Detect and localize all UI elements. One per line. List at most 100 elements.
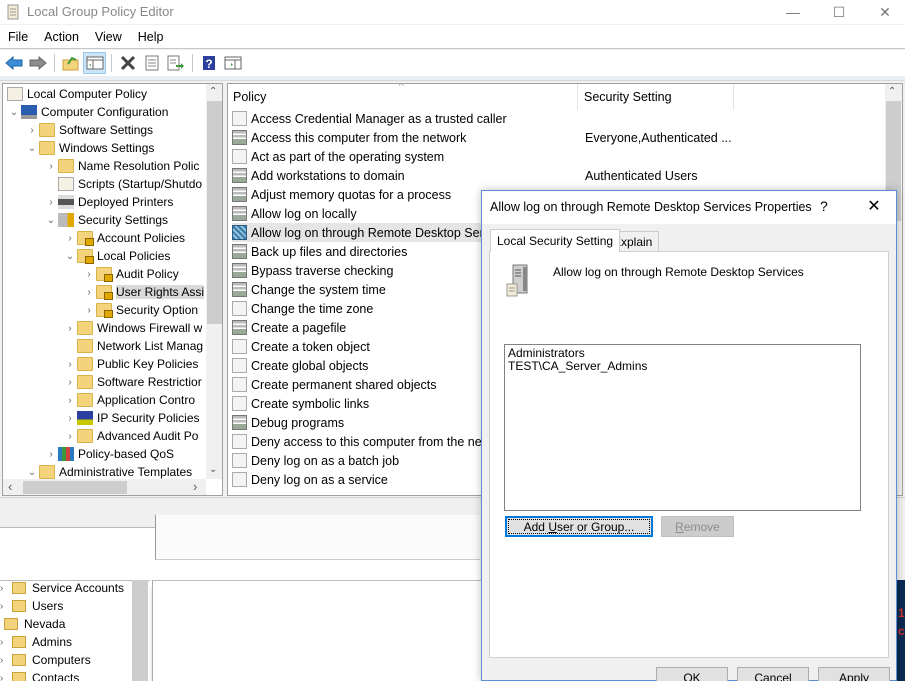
- policy-name: Bypass traverse checking: [251, 263, 394, 278]
- chevron-down-icon[interactable]: ⌄: [7, 107, 21, 118]
- chevron-down-icon[interactable]: ⌄: [44, 215, 58, 226]
- chevron-right-icon[interactable]: ›: [63, 323, 77, 334]
- minimize-button[interactable]: —: [770, 0, 816, 24]
- menu-help[interactable]: Help: [130, 30, 172, 44]
- policy-row[interactable]: Add workstations to domain Authenticated …: [232, 166, 882, 185]
- chevron-right-icon[interactable]: ›: [0, 583, 12, 594]
- policy-row[interactable]: Access this computer from the network Eve…: [232, 128, 882, 147]
- tree-item[interactable]: ⌄ Computer Configuration: [7, 103, 168, 121]
- menu-view[interactable]: View: [87, 30, 130, 44]
- tree-item[interactable]: › Advanced Audit Po: [63, 427, 198, 445]
- chevron-right-icon[interactable]: ›: [44, 161, 58, 172]
- background-tree-scrollbar[interactable]: [132, 580, 148, 681]
- scroll-up-icon[interactable]: ⌃: [888, 86, 896, 97]
- chevron-right-icon[interactable]: ›: [82, 269, 96, 280]
- dialog-close-button[interactable]: ✕: [862, 196, 886, 216]
- close-button[interactable]: ✕: [862, 0, 905, 24]
- properties-button[interactable]: [140, 52, 163, 74]
- tree-item[interactable]: › Software Restrictior: [63, 373, 202, 391]
- tab-local-security-setting[interactable]: Local Security Setting: [490, 229, 621, 252]
- tree-item[interactable]: › Audit Policy: [82, 265, 179, 283]
- members-listbox[interactable]: Administrators TEST\CA_Server_Admins: [504, 344, 861, 511]
- tree-item[interactable]: › Deployed Printers: [44, 193, 173, 211]
- menu-file[interactable]: File: [0, 30, 36, 44]
- export-list-button[interactable]: [164, 52, 187, 74]
- remove-button[interactable]: Remove: [661, 516, 734, 537]
- chevron-right-icon[interactable]: ›: [25, 125, 39, 136]
- tree-item[interactable]: › Name Resolution Polic: [44, 157, 199, 175]
- tree-item[interactable]: Scripts (Startup/Shutdo: [44, 175, 202, 193]
- chevron-right-icon[interactable]: ›: [44, 197, 58, 208]
- member-item[interactable]: TEST\CA_Server_Admins: [508, 360, 857, 373]
- up-one-level-button[interactable]: [59, 52, 82, 74]
- chevron-right-icon[interactable]: ›: [44, 449, 58, 460]
- scroll-down-icon[interactable]: ⌄: [209, 464, 217, 475]
- tree-item[interactable]: ⌄ Local Policies: [63, 247, 170, 265]
- tree-item[interactable]: › Windows Firewall w: [63, 319, 202, 337]
- chevron-right-icon[interactable]: ›: [82, 305, 96, 316]
- chevron-right-icon[interactable]: ›: [0, 655, 12, 666]
- chevron-right-icon[interactable]: ›: [63, 431, 77, 442]
- tree-scroll-thumb[interactable]: [207, 101, 222, 324]
- chevron-down-icon[interactable]: ⌄: [25, 143, 39, 154]
- chevron-right-icon[interactable]: ›: [63, 359, 77, 370]
- background-tree-item[interactable]: › Contacts: [0, 669, 79, 681]
- column-header-policy[interactable]: Policy: [233, 90, 266, 104]
- menu-action[interactable]: Action: [36, 30, 87, 44]
- chevron-right-icon[interactable]: ›: [63, 233, 77, 244]
- tree-item[interactable]: › Policy-based QoS: [44, 445, 174, 463]
- chevron-right-icon[interactable]: ›: [63, 377, 77, 388]
- chevron-down-icon[interactable]: ⌄: [63, 251, 77, 262]
- chevron-right-icon[interactable]: ›: [0, 637, 12, 648]
- help-icon[interactable]: ?: [820, 198, 828, 214]
- security-server-icon: [58, 213, 74, 227]
- help-button[interactable]: ?: [197, 52, 220, 74]
- tree-hscroll-thumb[interactable]: [23, 481, 127, 494]
- tree-item[interactable]: ⌄ Security Settings: [44, 211, 168, 229]
- tree-item[interactable]: › IP Security Policies: [63, 409, 200, 427]
- scroll-left-icon[interactable]: ‹: [8, 479, 12, 494]
- chevron-right-icon[interactable]: ›: [63, 395, 77, 406]
- policy-name: Debug programs: [251, 415, 345, 430]
- tree-item[interactable]: ⌄ Windows Settings: [25, 139, 154, 157]
- tree-item[interactable]: Network List Manag: [63, 337, 203, 355]
- tree-horizontal-scrollbar[interactable]: ‹ ›: [3, 479, 206, 495]
- scroll-up-icon[interactable]: ⌃: [209, 86, 217, 97]
- scroll-right-icon[interactable]: ›: [193, 479, 197, 494]
- column-header-security-setting[interactable]: Security Setting: [584, 90, 672, 104]
- column-divider[interactable]: [733, 84, 734, 110]
- apply-button[interactable]: Apply: [818, 667, 890, 681]
- tree-vertical-scrollbar[interactable]: ⌃ ⌄: [206, 84, 222, 479]
- policy-row[interactable]: Act as part of the operating system: [232, 147, 882, 166]
- chevron-right-icon[interactable]: ›: [0, 673, 12, 681]
- background-tree-item[interactable]: Nevada: [0, 615, 65, 633]
- dialog-title: Allow log on through Remote Desktop Serv…: [490, 200, 812, 214]
- background-tree-item[interactable]: › Users: [0, 597, 63, 615]
- tree-item[interactable]: › User Rights Assi: [82, 283, 205, 301]
- ok-button[interactable]: OK: [656, 667, 728, 681]
- maximize-button[interactable]: ☐: [816, 0, 862, 24]
- back-button[interactable]: [2, 52, 25, 74]
- cancel-button[interactable]: Cancel: [737, 667, 809, 681]
- tree-item[interactable]: › Account Policies: [63, 229, 185, 247]
- tree-item[interactable]: › Security Option: [82, 301, 198, 319]
- tree-item[interactable]: › Public Key Policies: [63, 355, 198, 373]
- tree-item[interactable]: Local Computer Policy: [7, 85, 147, 103]
- tree-item[interactable]: › Software Settings: [25, 121, 153, 139]
- show-hide-console-tree-button[interactable]: [83, 52, 106, 74]
- add-user-or-group-button[interactable]: Add User or Group...: [505, 516, 653, 537]
- chevron-right-icon[interactable]: ›: [0, 601, 12, 612]
- chevron-right-icon[interactable]: ›: [63, 413, 77, 424]
- background-tree-item[interactable]: › Admins: [0, 633, 72, 651]
- policy-row[interactable]: Access Credential Manager as a trusted c…: [232, 109, 882, 128]
- show-hide-action-pane-button[interactable]: [221, 52, 244, 74]
- forward-button[interactable]: [26, 52, 49, 74]
- policy-selected-icon: [232, 225, 247, 240]
- tree-item[interactable]: › Application Contro: [63, 391, 195, 409]
- delete-button[interactable]: [116, 52, 139, 74]
- column-divider[interactable]: [577, 84, 578, 110]
- background-tree-item[interactable]: › Computers: [0, 651, 91, 669]
- background-tree-item[interactable]: › Service Accounts: [0, 579, 124, 597]
- chevron-right-icon[interactable]: ›: [82, 287, 96, 298]
- chevron-down-icon[interactable]: ⌄: [25, 467, 39, 478]
